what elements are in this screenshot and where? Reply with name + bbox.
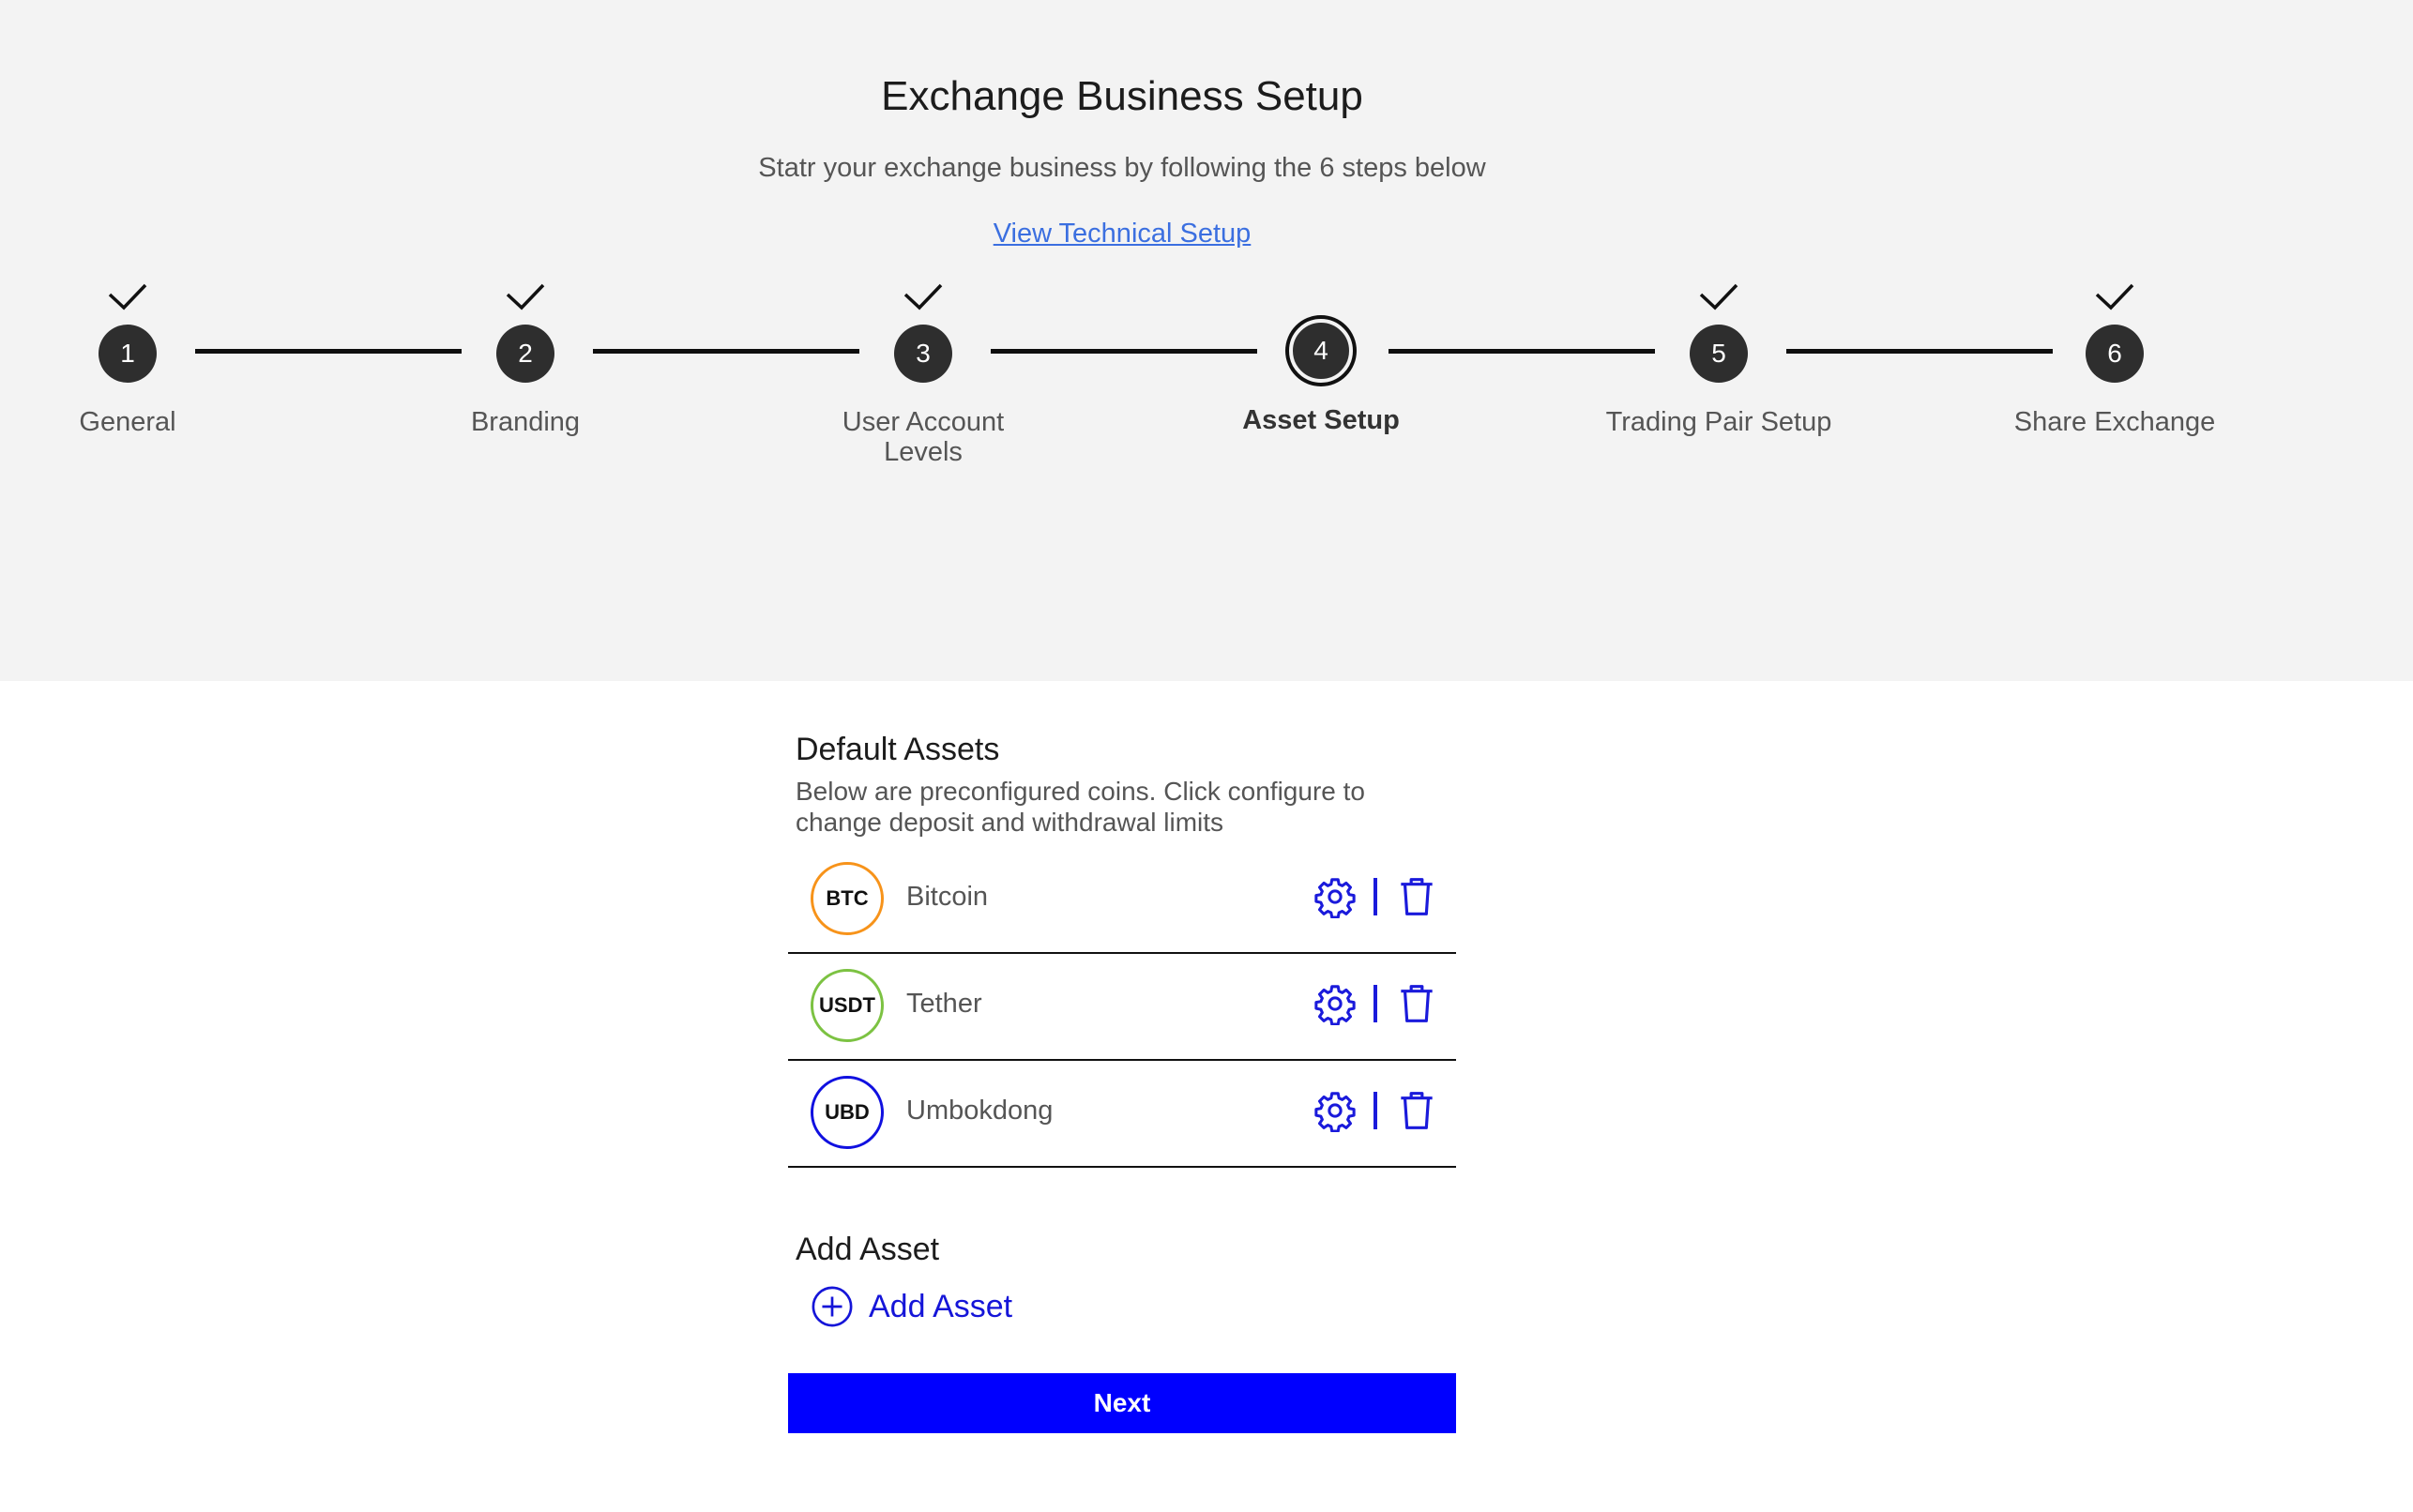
plus-circle-icon <box>812 1286 853 1327</box>
step-number: 1 <box>99 325 157 383</box>
asset-name: Tether <box>906 989 982 1019</box>
asset-row-usdt: USDT Tether <box>788 954 1456 1061</box>
divider <box>1373 1092 1377 1129</box>
step-general[interactable]: 1 General <box>0 281 296 437</box>
step-share-exchange[interactable]: 6 Share Exchange <box>1946 281 2284 437</box>
page-subtitle: Statr your exchange business by followin… <box>758 153 1486 183</box>
add-asset-label: Add Asset <box>869 1288 1013 1324</box>
view-technical-setup-link[interactable]: View Technical Setup <box>0 219 2244 249</box>
ubd-coin-icon: UBD <box>811 1076 884 1149</box>
step-label: General <box>79 407 176 437</box>
check-icon <box>903 283 943 310</box>
asset-row-btc: BTC Bitcoin <box>788 847 1456 954</box>
check-icon <box>1699 283 1738 310</box>
add-asset-button[interactable]: Add Asset <box>811 1285 1055 1328</box>
check-icon <box>506 283 545 310</box>
divider <box>1373 878 1377 915</box>
check-icon <box>2095 283 2134 310</box>
asset-setup-form: Default Assets Below are preconfigured c… <box>788 732 1456 1433</box>
step-label: Branding <box>470 407 581 437</box>
gear-icon[interactable] <box>1313 875 1357 918</box>
default-assets-title: Default Assets <box>796 732 1000 767</box>
step-branding[interactable]: 2 Branding <box>357 281 694 437</box>
step-number: 4 <box>1289 319 1353 383</box>
trash-icon[interactable] <box>1398 983 1435 1024</box>
step-label: Asset Setup <box>1242 405 1400 435</box>
next-button[interactable]: Next <box>788 1373 1456 1433</box>
asset-actions <box>1313 874 1435 919</box>
step-number: 5 <box>1690 325 1748 383</box>
step-number: 3 <box>894 325 952 383</box>
step-number: 6 <box>2086 325 2144 383</box>
gear-icon[interactable] <box>1313 982 1357 1025</box>
trash-icon[interactable] <box>1398 1090 1435 1131</box>
step-asset-setup[interactable]: 4 Asset Setup <box>1152 281 1490 435</box>
add-asset-title: Add Asset <box>796 1232 940 1267</box>
step-number: 2 <box>496 325 554 383</box>
divider <box>1373 985 1377 1022</box>
default-assets-description: Below are preconfigured coins. Click con… <box>796 777 1365 837</box>
asset-actions <box>1313 981 1435 1026</box>
gear-icon[interactable] <box>1313 1089 1357 1132</box>
asset-actions <box>1313 1088 1435 1133</box>
asset-row-ubd: UBD Umbokdong <box>788 1061 1456 1168</box>
usdt-coin-icon: USDT <box>811 969 884 1042</box>
step-label: User Account Levels <box>842 407 1005 467</box>
setup-header-panel: Exchange Business Setup Statr your excha… <box>0 0 2413 681</box>
step-trading-pair-setup[interactable]: 5 Trading Pair Setup <box>1550 281 1888 437</box>
trash-icon[interactable] <box>1398 876 1435 917</box>
check-icon <box>108 283 147 310</box>
asset-list: BTC Bitcoin USDT Tether UBD Umbokdong <box>788 847 1456 1168</box>
asset-name: Umbokdong <box>906 1096 1054 1126</box>
page-title: Exchange Business Setup <box>881 73 1363 119</box>
btc-coin-icon: BTC <box>811 862 884 935</box>
step-label: Share Exchange <box>2013 407 2216 437</box>
step-user-account-levels[interactable]: 3 User Account Levels <box>754 281 1092 467</box>
step-label: Trading Pair Setup <box>1605 407 1832 437</box>
asset-name: Bitcoin <box>906 882 989 912</box>
